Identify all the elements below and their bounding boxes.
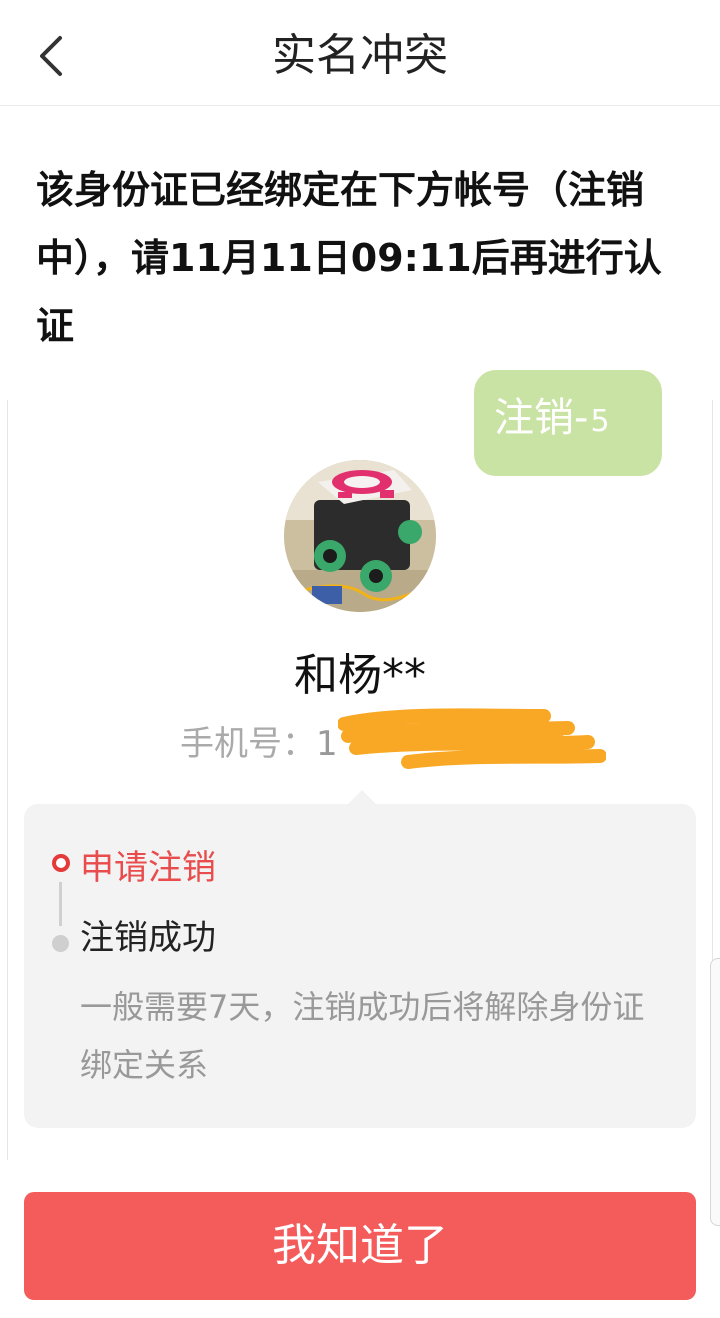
phone-value: 1 — [316, 724, 338, 764]
avatar — [284, 460, 436, 612]
card-edge-left — [0, 400, 8, 1160]
scrollbar[interactable] — [710, 958, 720, 1226]
avatar-robot-image — [284, 460, 436, 612]
conflict-notice: 该身份证已经绑定在下方帐号（注销中），请11月11日09:11后再进行认证 — [36, 168, 662, 348]
user-name: 和杨** — [294, 650, 426, 701]
top-bar: 实名冲突 — [0, 0, 720, 106]
phone-number: 手机号：1 — [180, 718, 338, 770]
page-title: 实名冲突 — [272, 30, 448, 81]
status-badge: 注销-5 — [474, 370, 662, 476]
status-badge-count: 5 — [590, 404, 610, 439]
step-description: 一般需要7天，注销成功后将解除身份证绑定关系 — [80, 988, 645, 1084]
step-apply-cancel: 申请注销 — [80, 848, 216, 888]
status-badge-label: 注销- — [494, 395, 589, 441]
step-active-dot-icon — [52, 854, 70, 872]
step-connector — [59, 882, 62, 926]
phone-label: 手机号： — [180, 724, 316, 764]
step-pending-dot-icon — [52, 935, 69, 952]
redaction-scribble — [338, 708, 606, 769]
step-cancel-success: 注销成功 — [80, 918, 216, 958]
acknowledge-button[interactable]: 我知道了 — [24, 1192, 696, 1300]
